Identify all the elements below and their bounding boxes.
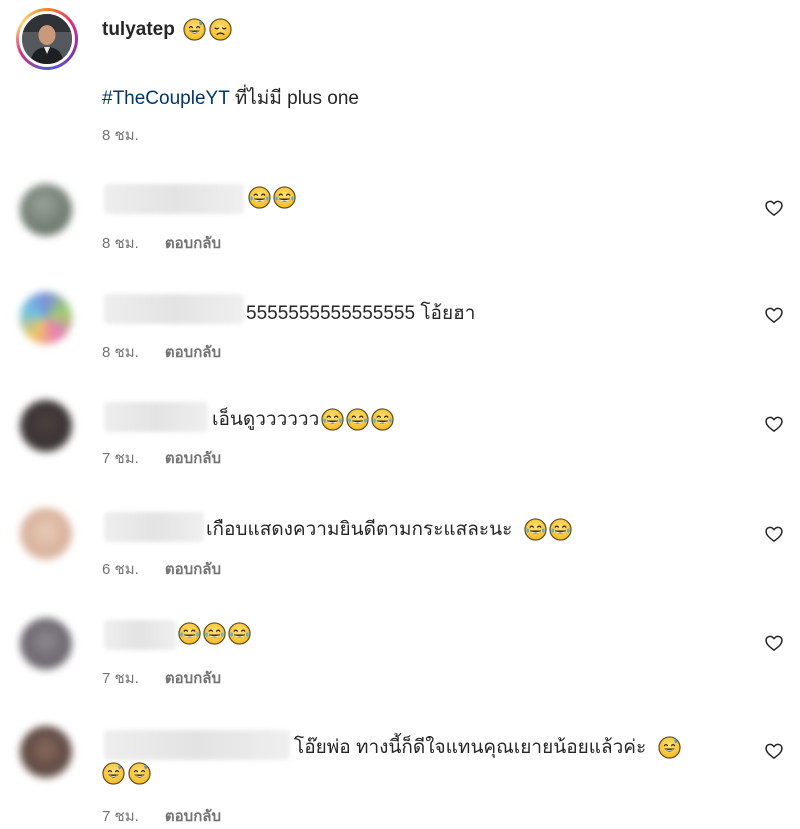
comment-text [248,186,296,209]
avatar[interactable] [20,400,72,452]
comment-body: โอ๊ยพ่อ ทางนี้ก็ดีใจแทนคุณเยายน้อยแล้วค่… [294,737,647,758]
comment-meta: 7 ชม. ตอบกลับ [102,446,221,470]
joy-emoji [178,622,201,645]
caption-text: #TheCoupleYT ที่ไม่มี plus one [102,83,359,113]
joy-emoji [524,518,547,541]
heart-icon[interactable] [764,198,784,218]
grinning-sweat-emoji [128,762,151,785]
heart-icon[interactable] [764,633,784,653]
grinning-sweat-emoji [183,18,206,41]
heart-icon[interactable] [764,524,784,544]
joy-emoji [321,408,344,431]
avatar[interactable] [20,184,72,236]
comment-item: โอ๊ยพ่อ ทางนี้ก็ดีใจแทนคุณเยายน้อยแล้วค่… [0,724,800,829]
post-username-row: tulyatep [102,18,232,41]
reply-button[interactable]: ตอบกลับ [165,450,221,467]
comment-text: เกือบแสดงความยินดีตามกระแสละนะ [206,514,572,544]
comment-username[interactable] [104,620,176,650]
comment-meta: 8 ชม. ตอบกลับ [102,231,221,255]
story-ring[interactable] [16,8,78,70]
comment-item: 8 ชม. ตอบกลับ [0,178,800,278]
comment-username[interactable] [104,512,204,542]
comment-time[interactable]: 7 ชม. [102,670,139,687]
comment-item: 7 ชม. ตอบกลับ [0,616,800,716]
comment-text: โอ๊ยพ่อ ทางนี้ก็ดีใจแทนคุณเยายน้อยแล้วค่… [294,732,681,762]
avatar[interactable] [20,618,72,670]
comment-item: 5555555555555555 โอ้ยฮา 8 ชม. ตอบกลับ [0,288,800,388]
comment-time[interactable]: 7 ชม. [102,450,139,467]
comment-text [178,622,251,645]
comment-time[interactable]: 6 ชม. [102,561,139,578]
comment-text: 5555555555555555 โอ้ยฮา [246,298,475,328]
joy-emoji [273,186,296,209]
comment-body: 5555555555555555 โอ้ยฮา [246,303,476,324]
grinning-sweat-emoji [658,736,681,759]
heart-icon[interactable] [764,305,784,325]
comment-time[interactable]: 8 ชม. [102,235,139,252]
comment-item: เอ็นดูวววววว 7 ชม. ตอบกลับ [0,398,800,498]
post-username[interactable]: tulyatep [102,19,175,41]
comment-username[interactable] [104,294,244,324]
comment-item: เกือบแสดงความยินดีตามกระแสละนะ 6 ชม. ตอบ… [0,508,800,608]
post-time[interactable]: 8 ชม. [102,123,139,147]
joy-emoji [248,186,271,209]
reply-button[interactable]: ตอบกลับ [165,235,221,252]
comment-username[interactable] [104,402,208,432]
comment-username[interactable] [104,730,290,760]
caption-body: ที่ไม่มี plus one [229,88,359,109]
comment-meta: 7 ชม. ตอบกลับ [102,804,221,828]
joy-emoji [549,518,572,541]
heart-icon[interactable] [764,741,784,761]
comment-time[interactable]: 8 ชม. [102,344,139,361]
avatar[interactable] [22,14,72,64]
avatar[interactable] [20,726,72,778]
reply-button[interactable]: ตอบกลับ [165,561,221,578]
comment-meta: 8 ชม. ตอบกลับ [102,340,221,364]
reply-button[interactable]: ตอบกลับ [165,808,221,825]
reply-button[interactable]: ตอบกลับ [165,344,221,361]
comment-meta: 6 ชม. ตอบกลับ [102,557,221,581]
joy-emoji [371,408,394,431]
avatar[interactable] [20,292,72,344]
disappointed-emoji [209,18,232,41]
post-caption: tulyatep #TheCoupleYT ที่ไม่มี plus one … [0,0,800,150]
comment-time[interactable]: 7 ชม. [102,808,139,825]
joy-emoji [346,408,369,431]
reply-button[interactable]: ตอบกลับ [165,670,221,687]
comment-text: เอ็นดูวววววว [212,404,394,434]
joy-emoji [203,622,226,645]
comment-body: เกือบแสดงความยินดีตามกระแสละนะ [206,519,513,540]
comment-username[interactable] [104,184,244,214]
comment-body: เอ็นดูวววววว [212,409,320,430]
grinning-sweat-emoji [102,762,125,785]
comment-text-line2 [102,762,151,785]
joy-emoji [228,622,251,645]
comment-meta: 7 ชม. ตอบกลับ [102,666,221,690]
avatar[interactable] [20,508,72,560]
heart-icon[interactable] [764,414,784,434]
hashtag-link[interactable]: #TheCoupleYT [102,88,229,109]
